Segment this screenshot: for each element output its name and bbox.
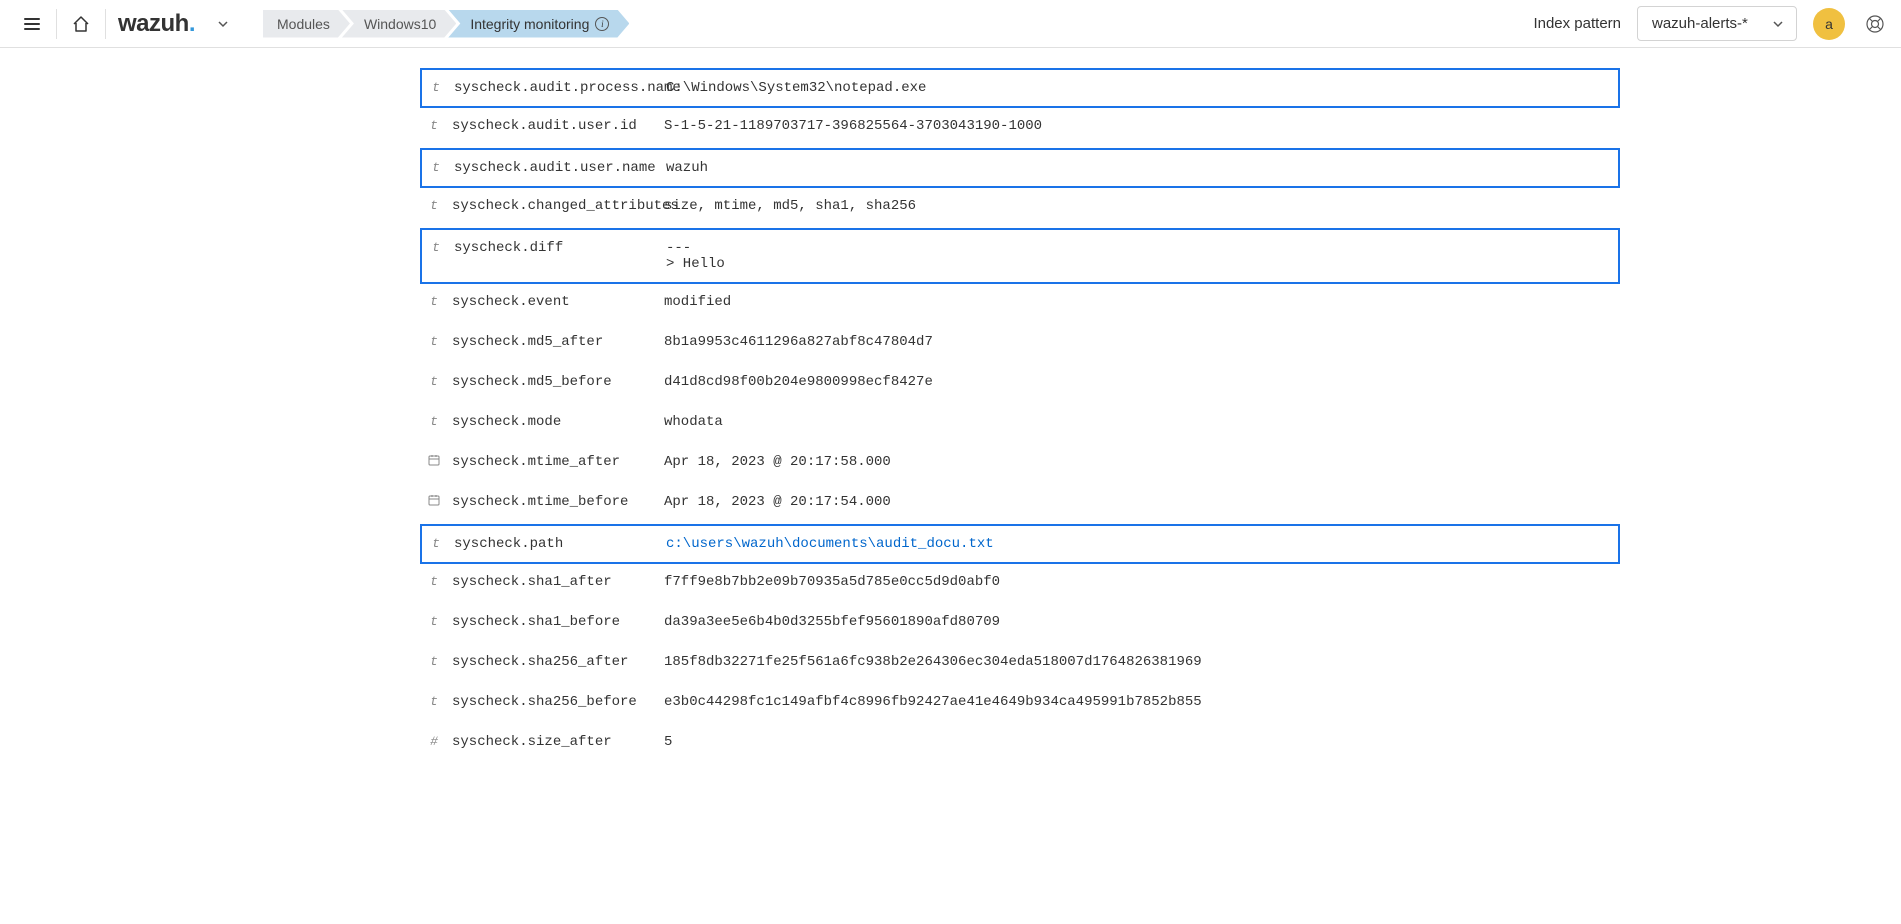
field-value: modified: [664, 294, 731, 310]
field-name: syscheck.audit.process.name: [454, 80, 654, 96]
field-type-icon: t: [428, 694, 440, 709]
field-value: size, mtime, md5, sha1, sha256: [664, 198, 916, 214]
field-name: syscheck.size_after: [452, 734, 652, 750]
field-row: t syscheck.diff --- > Hello: [420, 228, 1620, 284]
field-row: syscheck.mtime_before Apr 18, 2023 @ 20:1…: [420, 484, 1620, 524]
field-value: Apr 18, 2023 @ 20:17:58.000: [664, 454, 891, 470]
field-value: 8b1a9953c4611296a827abf8c47804d7: [664, 334, 933, 350]
menu-button[interactable]: [12, 4, 52, 44]
logo[interactable]: wazuh.: [118, 10, 195, 38]
field-list: t syscheck.audit.process.name C:\Windows\S…: [420, 48, 1620, 784]
field-value: da39a3ee5e6b4b0d3255bfef95601890afd80709: [664, 614, 1000, 630]
field-name: syscheck.sha1_before: [452, 614, 652, 630]
field-value: 185f8db32271fe25f561a6fc938b2e264306ec30…: [664, 654, 1202, 670]
field-type-icon: t: [430, 240, 442, 255]
app-header: wazuh. Modules Windows10 Integrity monit…: [0, 0, 1901, 48]
avatar-letter: a: [1825, 16, 1833, 32]
breadcrumb-label: Windows10: [364, 16, 436, 32]
field-type-icon: t: [428, 294, 440, 309]
field-value: whodata: [664, 414, 723, 430]
field-type-icon: t: [430, 160, 442, 175]
hamburger-icon: [23, 15, 41, 33]
field-value: 5: [664, 734, 672, 750]
field-type-icon: t: [428, 614, 440, 629]
home-icon: [71, 14, 91, 34]
logo-text: wazuh: [118, 10, 189, 37]
header-left: wazuh. Modules Windows10 Integrity monit…: [12, 4, 629, 44]
field-name: syscheck.mtime_before: [452, 494, 652, 510]
field-row: t syscheck.sha256_before e3b0c44298fc1c149…: [420, 684, 1620, 724]
field-name: syscheck.sha256_after: [452, 654, 652, 670]
field-row: t syscheck.sha256_after 185f8db32271fe25f5…: [420, 644, 1620, 684]
field-row: syscheck.mtime_after Apr 18, 2023 @ 20:17…: [420, 444, 1620, 484]
logo-dot: .: [189, 10, 195, 37]
info-icon[interactable]: i: [595, 17, 609, 31]
home-button[interactable]: [61, 4, 101, 44]
field-value: e3b0c44298fc1c149afbf4c8996fb92427ae41e4…: [664, 694, 1202, 710]
divider: [56, 9, 57, 39]
breadcrumbs: Modules Windows10 Integrity monitoring i: [263, 10, 629, 38]
field-type-icon: t: [428, 198, 440, 213]
field-row: t syscheck.mode whodata: [420, 404, 1620, 444]
field-name: syscheck.mode: [452, 414, 652, 430]
field-name: syscheck.sha256_before: [452, 694, 652, 710]
chevron-down-icon: [216, 17, 230, 31]
header-right: Index pattern wazuh-alerts-* a: [1533, 4, 1889, 44]
dropdown-button[interactable]: [203, 4, 243, 44]
field-name: syscheck.md5_after: [452, 334, 652, 350]
field-type-icon: #: [428, 734, 440, 749]
field-row: t syscheck.md5_before d41d8cd98f00b204e980…: [420, 364, 1620, 404]
field-row: t syscheck.path c:\users\wazuh\documents\a…: [420, 524, 1620, 564]
user-avatar[interactable]: a: [1813, 8, 1845, 40]
field-name: syscheck.md5_before: [452, 374, 652, 390]
field-name: syscheck.path: [454, 536, 654, 552]
field-name: syscheck.changed_attributes: [452, 198, 652, 214]
field-value: C:\Windows\System32\notepad.exe: [666, 80, 926, 96]
chevron-down-icon: [1772, 18, 1784, 30]
breadcrumb-label: Integrity monitoring: [470, 16, 589, 32]
breadcrumb-integrity-monitoring[interactable]: Integrity monitoring i: [448, 10, 629, 38]
field-row: t syscheck.sha1_after f7ff9e8b7bb2e09b7093…: [420, 564, 1620, 604]
field-value: --- > Hello: [666, 240, 725, 272]
field-name: syscheck.event: [452, 294, 652, 310]
field-name: syscheck.mtime_after: [452, 454, 652, 470]
field-row: # syscheck.size_after 5: [420, 724, 1620, 764]
field-value: S-1-5-21-1189703717-396825564-3703043190…: [664, 118, 1042, 134]
breadcrumb-agent[interactable]: Windows10: [342, 10, 456, 38]
field-row: t syscheck.sha1_before da39a3ee5e6b4b0d325…: [420, 604, 1620, 644]
breadcrumb-label: Modules: [277, 16, 330, 32]
field-row: t syscheck.event modified: [420, 284, 1620, 324]
field-type-icon: t: [428, 574, 440, 589]
field-row: t syscheck.changed_attributes size, mtime,…: [420, 188, 1620, 228]
divider: [105, 9, 106, 39]
field-type-icon: t: [428, 118, 440, 133]
field-type-icon: t: [430, 536, 442, 551]
field-name: syscheck.audit.user.name: [454, 160, 654, 176]
field-value: Apr 18, 2023 @ 20:17:54.000: [664, 494, 891, 510]
field-value: f7ff9e8b7bb2e09b70935a5d785e0cc5d9d0abf0: [664, 574, 1000, 590]
field-type-icon: t: [428, 374, 440, 389]
field-value[interactable]: c:\users\wazuh\documents\audit_docu.txt: [666, 536, 994, 552]
index-pattern-label: Index pattern: [1533, 15, 1621, 32]
field-value: wazuh: [666, 160, 708, 176]
calendar-icon: [428, 494, 440, 506]
field-row: t syscheck.audit.user.name wazuh: [420, 148, 1620, 188]
field-type-icon: t: [430, 80, 442, 95]
lifebuoy-icon: [1865, 14, 1885, 34]
field-name: syscheck.diff: [454, 240, 654, 256]
field-type-icon: t: [428, 414, 440, 429]
field-row: t syscheck.audit.user.id S-1-5-21-11897037…: [420, 108, 1620, 148]
calendar-icon: [428, 454, 440, 466]
field-value: d41d8cd98f00b204e9800998ecf8427e: [664, 374, 933, 390]
field-row: t syscheck.audit.process.name C:\Windows\S…: [420, 68, 1620, 108]
field-type-icon: t: [428, 654, 440, 669]
field-row: t syscheck.md5_after 8b1a9953c4611296a827a…: [420, 324, 1620, 364]
breadcrumb-modules[interactable]: Modules: [263, 10, 350, 38]
field-type-icon: t: [428, 334, 440, 349]
field-name: syscheck.sha1_after: [452, 574, 652, 590]
field-name: syscheck.audit.user.id: [452, 118, 652, 134]
index-pattern-select[interactable]: wazuh-alerts-*: [1637, 6, 1797, 41]
help-button[interactable]: [1861, 4, 1889, 44]
index-pattern-value: wazuh-alerts-*: [1652, 15, 1748, 32]
